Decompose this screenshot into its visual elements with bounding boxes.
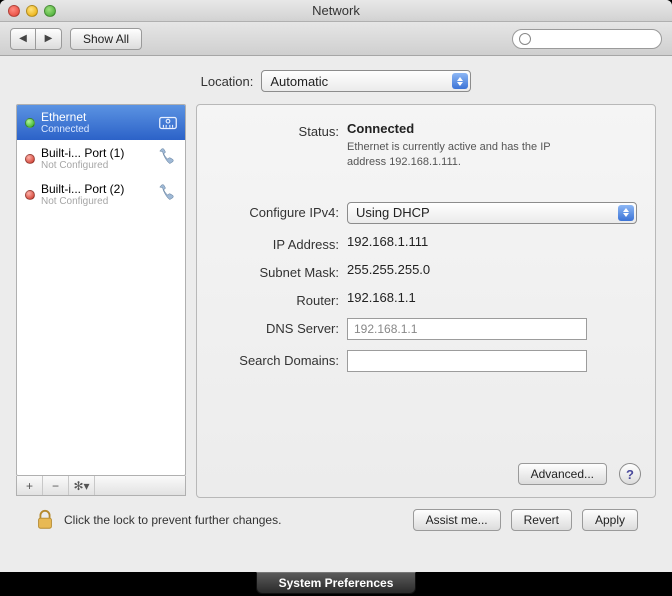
content: Location: Automatic Ethernet Connected bbox=[0, 56, 672, 550]
service-name: Built-i... Port (2) bbox=[41, 182, 151, 196]
service-text: Ethernet Connected bbox=[41, 110, 151, 135]
service-sidebar: Ethernet Connected Built-i... Port (1) N… bbox=[16, 104, 186, 498]
ip-value: 192.168.1.111 bbox=[347, 234, 637, 252]
configure-value: Using DHCP bbox=[356, 205, 430, 220]
ip-row: IP Address: 192.168.1.111 bbox=[215, 234, 637, 252]
dock-label: System Preferences bbox=[256, 572, 416, 594]
list-buttons: + − ✻▾ bbox=[16, 476, 186, 496]
service-text: Built-i... Port (2) Not Configured bbox=[41, 182, 151, 207]
assist-button[interactable]: Assist me... bbox=[413, 509, 501, 531]
search-domains-label: Search Domains: bbox=[215, 350, 347, 372]
revert-button[interactable]: Revert bbox=[511, 509, 572, 531]
service-modem-2[interactable]: Built-i... Port (2) Not Configured bbox=[17, 177, 185, 213]
service-status: Connected bbox=[41, 124, 151, 135]
status-row: Status: Connected Ethernet is currently … bbox=[215, 121, 637, 170]
location-value: Automatic bbox=[270, 74, 328, 89]
location-row: Location: Automatic bbox=[16, 70, 656, 92]
configure-row: Configure IPv4: Using DHCP bbox=[215, 202, 637, 224]
service-ethernet[interactable]: Ethernet Connected bbox=[17, 105, 185, 141]
configure-select[interactable]: Using DHCP bbox=[347, 202, 637, 224]
status-label: Status: bbox=[215, 121, 347, 170]
lock-hint: Click the lock to prevent further change… bbox=[64, 513, 405, 527]
status-dot-icon bbox=[25, 190, 35, 200]
search-domains-input[interactable] bbox=[347, 350, 587, 372]
location-select[interactable]: Automatic bbox=[261, 70, 471, 92]
nav-segment: ◀ ▶ bbox=[10, 28, 62, 50]
configure-label: Configure IPv4: bbox=[215, 202, 347, 224]
status-desc: Ethernet is currently active and has the… bbox=[347, 140, 587, 170]
add-service-button[interactable]: + bbox=[17, 476, 43, 495]
remove-service-button[interactable]: − bbox=[43, 476, 69, 495]
apply-button[interactable]: Apply bbox=[582, 509, 638, 531]
forward-button[interactable]: ▶ bbox=[36, 28, 62, 50]
service-name: Built-i... Port (1) bbox=[41, 146, 151, 160]
subnet-label: Subnet Mask: bbox=[215, 262, 347, 280]
router-value: 192.168.1.1 bbox=[347, 290, 637, 308]
router-label: Router: bbox=[215, 290, 347, 308]
phone-icon bbox=[157, 148, 179, 170]
back-button[interactable]: ◀ bbox=[10, 28, 36, 50]
status-value: Connected bbox=[347, 121, 637, 136]
subnet-value: 255.255.255.0 bbox=[347, 262, 637, 280]
lock-icon[interactable] bbox=[34, 508, 56, 532]
service-status: Not Configured bbox=[41, 196, 151, 207]
service-text: Built-i... Port (1) Not Configured bbox=[41, 146, 151, 171]
subnet-row: Subnet Mask: 255.255.255.0 bbox=[215, 262, 637, 280]
chevron-updown-icon bbox=[452, 73, 468, 89]
help-button[interactable]: ? bbox=[619, 463, 641, 485]
footer-buttons: Assist me... Revert Apply bbox=[413, 509, 638, 531]
service-name: Ethernet bbox=[41, 110, 151, 124]
titlebar[interactable]: Network bbox=[0, 0, 672, 22]
dns-label: DNS Server: bbox=[215, 318, 347, 340]
toolbar: ◀ ▶ Show All bbox=[0, 22, 672, 56]
window-title: Network bbox=[0, 3, 672, 18]
dns-row: DNS Server: bbox=[215, 318, 637, 340]
ethernet-icon bbox=[157, 112, 179, 134]
show-all-button[interactable]: Show All bbox=[70, 28, 142, 50]
service-list[interactable]: Ethernet Connected Built-i... Port (1) N… bbox=[16, 104, 186, 476]
service-status: Not Configured bbox=[41, 160, 151, 171]
footer: Click the lock to prevent further change… bbox=[16, 498, 656, 542]
status-dot-icon bbox=[25, 118, 35, 128]
advanced-button[interactable]: Advanced... bbox=[518, 463, 607, 485]
status-dot-icon bbox=[25, 154, 35, 164]
main-row: Ethernet Connected Built-i... Port (1) N… bbox=[16, 104, 656, 498]
dns-input[interactable] bbox=[347, 318, 587, 340]
router-row: Router: 192.168.1.1 bbox=[215, 290, 637, 308]
chevron-updown-icon bbox=[618, 205, 634, 221]
service-actions-button[interactable]: ✻▾ bbox=[69, 476, 95, 495]
search-input[interactable] bbox=[512, 29, 662, 49]
search-domains-row: Search Domains: bbox=[215, 350, 637, 372]
location-label: Location: bbox=[201, 74, 254, 89]
status-value-block: Connected Ethernet is currently active a… bbox=[347, 121, 637, 170]
network-window: Network ◀ ▶ Show All Location: Automatic bbox=[0, 0, 672, 572]
phone-icon bbox=[157, 184, 179, 206]
service-modem-1[interactable]: Built-i... Port (1) Not Configured bbox=[17, 141, 185, 177]
detail-panel: Status: Connected Ethernet is currently … bbox=[196, 104, 656, 498]
ip-label: IP Address: bbox=[215, 234, 347, 252]
